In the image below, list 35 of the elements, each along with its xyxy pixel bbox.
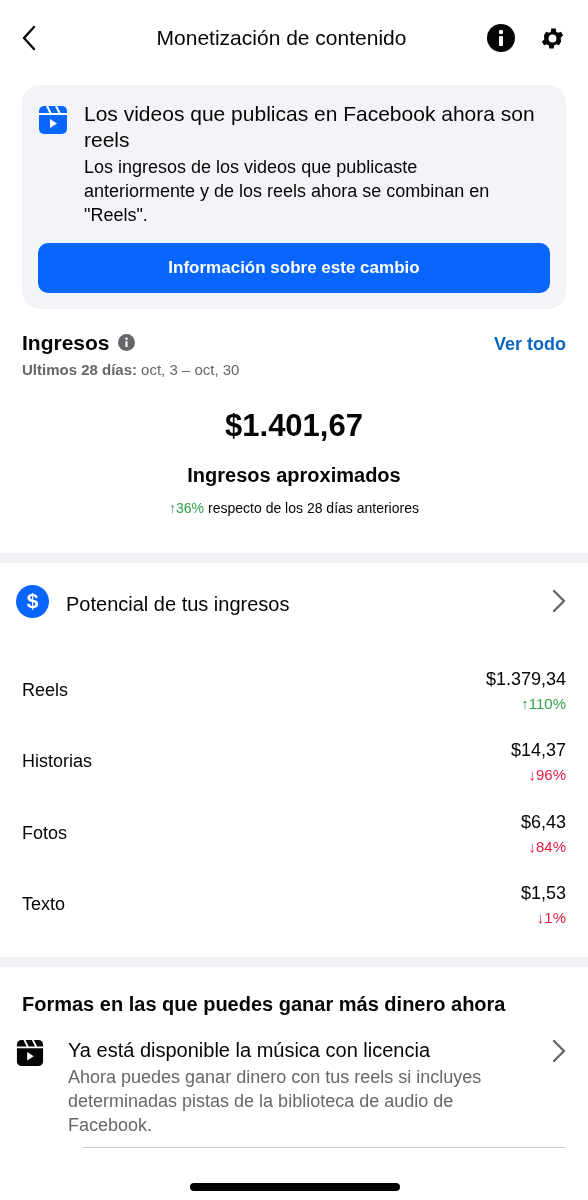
see-all-link[interactable]: Ver todo [494, 331, 566, 358]
date-range: oct, 3 – oct, 30 [141, 359, 240, 380]
change-text: respecto de los 28 días anteriores [208, 498, 419, 518]
section-title: Ingresos [22, 330, 110, 356]
dollar-icon: $ [16, 584, 49, 618]
section-title: Formas en las que puedes ganar más dinero ahora [21, 991, 507, 1017]
category-amount: $14,37 [510, 739, 566, 762]
change-percent: ↑36% [169, 498, 205, 518]
reels-icon [38, 105, 68, 135]
chevron-icon[interactable] [552, 1038, 566, 1063]
category-amount: $1,53 [520, 882, 566, 905]
change-percent: ↑110% [520, 693, 566, 714]
info-icon[interactable] [487, 24, 515, 52]
earnings-amount: $1.401,67 [224, 407, 364, 445]
category-amount: $6,43 [520, 810, 566, 834]
category-label: Fotos [22, 821, 68, 845]
change-percent: ↓96% [527, 765, 566, 785]
back-icon[interactable] [22, 25, 36, 51]
reels-icon [16, 1038, 44, 1067]
item-title[interactable]: Ya está disponible la música con licencia [68, 1034, 536, 1065]
change-percent: ↓84% [527, 836, 566, 857]
category-label: Historias [22, 750, 92, 774]
item-text: Ahora puedes ganar dinero con tus reels si incluyes determinadas pistas de la biblioteca de audio de Facebook. [68, 1065, 483, 1137]
page-title: Monetización de contenido [155, 25, 408, 52]
earnings-label: Ingresos aproximados [186, 462, 402, 488]
chevron-icon[interactable] [552, 588, 566, 613]
notice-text: Los ingresos de los videos que publicaste anteriormente y de los reels ahora se combinan en "Reels". [84, 156, 491, 227]
category-amount: $1.379,34 [485, 667, 566, 691]
change-percent: ↓1% [535, 908, 566, 928]
notice-title: Los videos que publicas en Facebook ahora son reels [84, 101, 536, 153]
menu-item[interactable]: Potencial de tus ingresos [66, 588, 552, 619]
period-label: Ultimos 28 días: [22, 359, 138, 380]
info-button[interactable]: Información sobre este cambio [38, 243, 550, 293]
category-label: Texto [22, 893, 66, 917]
category-label: Reels [22, 678, 69, 702]
